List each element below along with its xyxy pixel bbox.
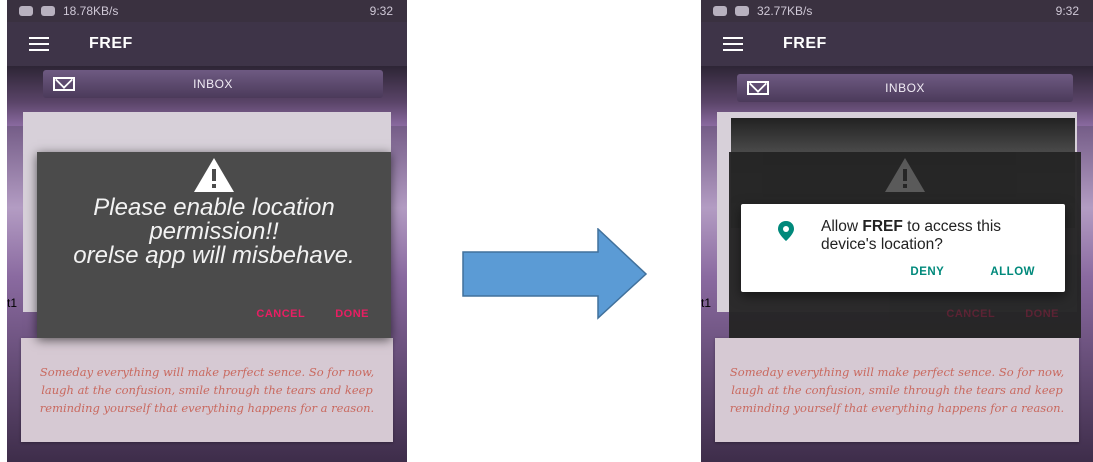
app-title: FREF [783,35,827,52]
side-label: t1 [7,296,18,310]
notification-icon [713,6,727,16]
inbox-label: INBOX [193,77,233,91]
deny-button[interactable]: DENY [910,266,944,278]
app-title: FREF [89,35,133,52]
dialog-message: Please enable location permission!! orel… [73,194,355,269]
app-name: FREF [862,218,903,235]
status-time: 9:32 [369,4,393,18]
system-permission-dialog: Allow FREF to access this device's locat… [741,204,1065,292]
notification-icon [735,6,749,16]
left-phone-screen: 18.78KB/s 9:32 FREF INBOX t1 Someday eve… [7,0,407,462]
inbox-tab[interactable]: INBOX [737,74,1073,102]
done-button[interactable]: DONE [335,308,369,320]
permission-prompt: Allow FREF to access this device's locat… [821,218,1002,253]
allow-button[interactable]: ALLOW [990,266,1035,278]
app-bar: FREF [701,22,1093,66]
menu-icon[interactable] [723,37,743,51]
status-time: 9:32 [1055,4,1079,18]
warning-icon [194,158,234,192]
mail-icon [747,81,769,95]
app-bar: FREF [7,22,407,66]
inbox-tab[interactable]: INBOX [43,70,383,98]
status-bar: 18.78KB/s 9:32 [7,0,407,22]
location-pin-icon [778,221,794,241]
status-bar: 32.77KB/s 9:32 [701,0,1093,22]
right-phone-screen: 32.77KB/s 9:32 FREF INBOX t1 Someday eve… [701,0,1093,462]
network-speed: 32.77KB/s [757,4,813,18]
quote-text: Someday everything will make perfect sen… [39,365,375,415]
warning-icon [885,158,925,192]
quote-card: Someday everything will make perfect sen… [715,338,1079,442]
quote-card: Someday everything will make perfect sen… [21,338,393,442]
cancel-button[interactable]: CANCEL [946,308,995,320]
done-button[interactable]: DONE [1025,308,1059,320]
side-label: t1 [701,296,712,310]
quote-text: Someday everything will make perfect sen… [729,365,1065,415]
location-permission-dialog: Please enable location permission!! orel… [37,152,391,338]
network-speed: 18.78KB/s [63,4,119,18]
notification-icon [19,6,33,16]
right-arrow-icon [462,228,648,320]
mail-icon [53,77,75,91]
inbox-label: INBOX [885,81,925,95]
menu-icon[interactable] [29,37,49,51]
notification-icon [41,6,55,16]
cancel-button[interactable]: CANCEL [256,308,305,320]
